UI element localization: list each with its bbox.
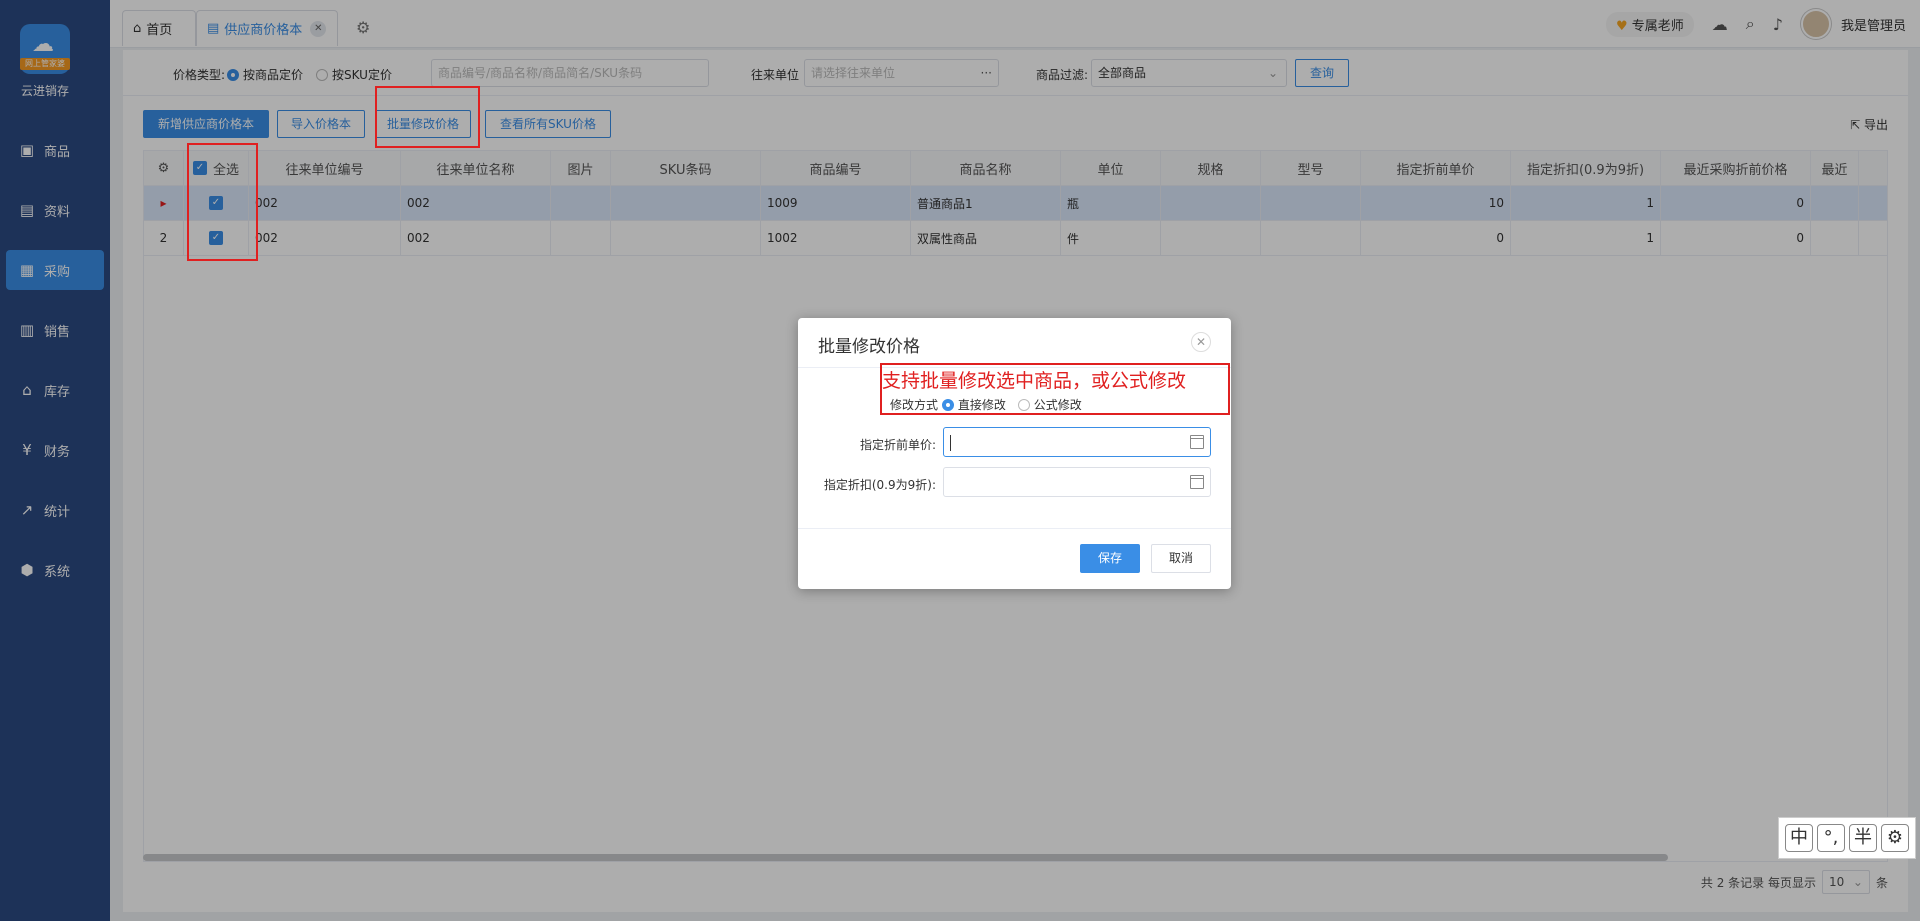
price-input[interactable]	[943, 427, 1211, 457]
edit-mode-label: 修改方式	[890, 398, 939, 412]
edit-mode-group: 修改方式 直接修改 公式修改	[890, 396, 1082, 413]
radio-direct[interactable]: 直接修改	[941, 398, 1006, 412]
divider	[798, 528, 1231, 529]
discount-label: 指定折扣(0.9为9折):	[823, 478, 936, 492]
highlight-checkboxes	[187, 143, 258, 261]
highlight-batch-button	[375, 86, 480, 148]
price-label: 指定折前单价:	[859, 438, 936, 452]
calculator-icon[interactable]	[1190, 475, 1204, 489]
radio-formula[interactable]: 公式修改	[1017, 398, 1082, 412]
ime-toolbar: 中 °, 半 ⚙	[1778, 817, 1916, 859]
ime-punct-button[interactable]: °,	[1817, 824, 1845, 852]
radio-label: 公式修改	[1033, 398, 1082, 412]
batch-edit-dialog: 批量修改价格 ✕ 支持批量修改选中商品，或公式修改 修改方式 直接修改 公式修改…	[798, 318, 1231, 589]
radio-label: 直接修改	[957, 398, 1006, 412]
annotation-text: 支持批量修改选中商品，或公式修改	[882, 370, 1187, 392]
ime-halfwidth-button[interactable]: 半	[1849, 824, 1877, 852]
discount-input[interactable]	[943, 467, 1211, 497]
close-icon[interactable]: ✕	[1191, 332, 1211, 352]
cancel-button[interactable]: 取消	[1151, 544, 1211, 573]
ime-settings-icon[interactable]: ⚙	[1881, 824, 1909, 852]
calculator-icon[interactable]	[1190, 435, 1204, 449]
dialog-title: 批量修改价格	[818, 337, 920, 357]
ime-chinese-button[interactable]: 中	[1785, 824, 1813, 852]
save-button[interactable]: 保存	[1080, 544, 1140, 573]
text-cursor	[950, 435, 951, 451]
radio-unchecked-icon	[1017, 399, 1030, 411]
radio-checked-icon	[941, 399, 954, 411]
